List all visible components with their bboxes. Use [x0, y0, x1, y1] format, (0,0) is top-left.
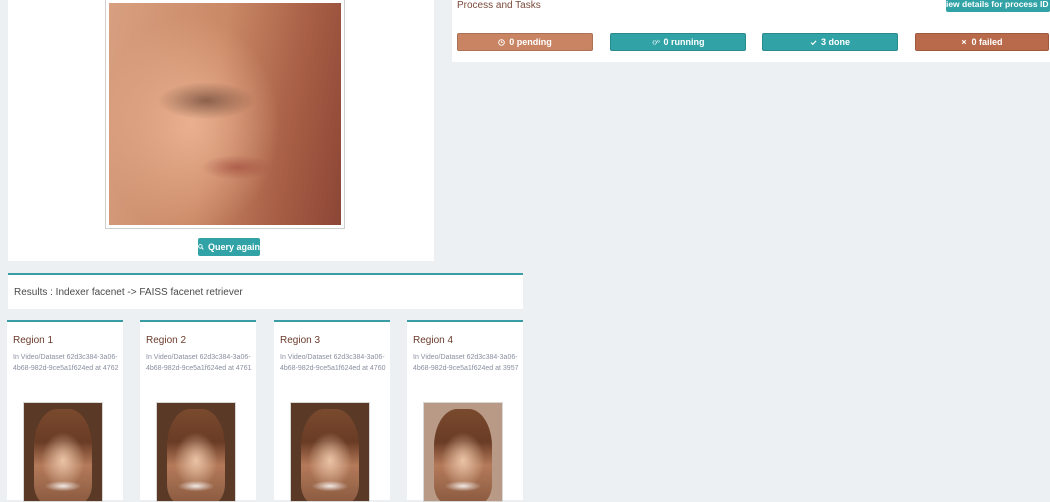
clock-icon	[498, 38, 506, 46]
region-thumbnail	[290, 402, 370, 502]
region-thumbnail	[23, 402, 103, 502]
region-meta: In Video/Dataset 62d3c384-3a06-4b68-982d…	[280, 354, 386, 372]
region-meta: In Video/Dataset 62d3c384-3a06-4b68-982d…	[13, 354, 119, 372]
status-pending-label: 0 pending	[509, 37, 552, 47]
query-image	[106, 0, 344, 228]
region-thumbnail	[423, 402, 503, 502]
check-icon	[810, 39, 817, 45]
query-panel: Query again	[8, 0, 434, 261]
status-running-button[interactable]: 0 running	[610, 33, 746, 51]
region-card[interactable]: Region 3 In Video/Dataset 62d3c384-3a06-…	[274, 320, 390, 502]
gears-icon	[651, 39, 660, 45]
process-panel: Process and Tasks View details for proce…	[452, 0, 1050, 62]
query-again-button[interactable]: Query again	[198, 238, 260, 256]
region-card[interactable]: Region 1 In Video/Dataset 62d3c384-3a06-…	[7, 320, 123, 502]
region-card[interactable]: Region 2 In Video/Dataset 62d3c384-3a06-…	[140, 320, 256, 502]
region-title: Region 1	[13, 335, 54, 346]
region-title: Region 3	[280, 335, 321, 346]
status-done-label: 3 done	[820, 37, 850, 47]
region-card[interactable]: Region 4 In Video/Dataset 62d3c384-3a06-…	[407, 320, 523, 502]
status-done-button[interactable]: 3 done	[762, 33, 898, 51]
results-header: Results : Indexer facenet -> FAISS facen…	[8, 273, 523, 309]
search-icon	[198, 244, 204, 250]
region-title: Region 2	[146, 335, 187, 346]
region-meta: In Video/Dataset 62d3c384-3a06-4b68-982d…	[146, 354, 252, 372]
query-again-label: Query again	[207, 242, 260, 252]
results-header-text: Results : Indexer facenet -> FAISS facen…	[14, 287, 243, 298]
region-meta: In Video/Dataset 62d3c384-3a06-4b68-982d…	[413, 354, 519, 372]
status-failed-button[interactable]: 0 failed	[915, 33, 1049, 51]
status-pending-button[interactable]: 0 pending	[457, 33, 593, 51]
status-failed-label: 0 failed	[971, 37, 1003, 47]
region-title: Region 4	[413, 335, 454, 346]
close-icon	[962, 39, 967, 45]
region-thumbnail	[156, 402, 236, 502]
view-details-button[interactable]: View details for process ID 3	[940, 0, 1050, 12]
status-running-label: 0 running	[663, 37, 705, 47]
process-title: Process and Tasks	[457, 0, 541, 11]
